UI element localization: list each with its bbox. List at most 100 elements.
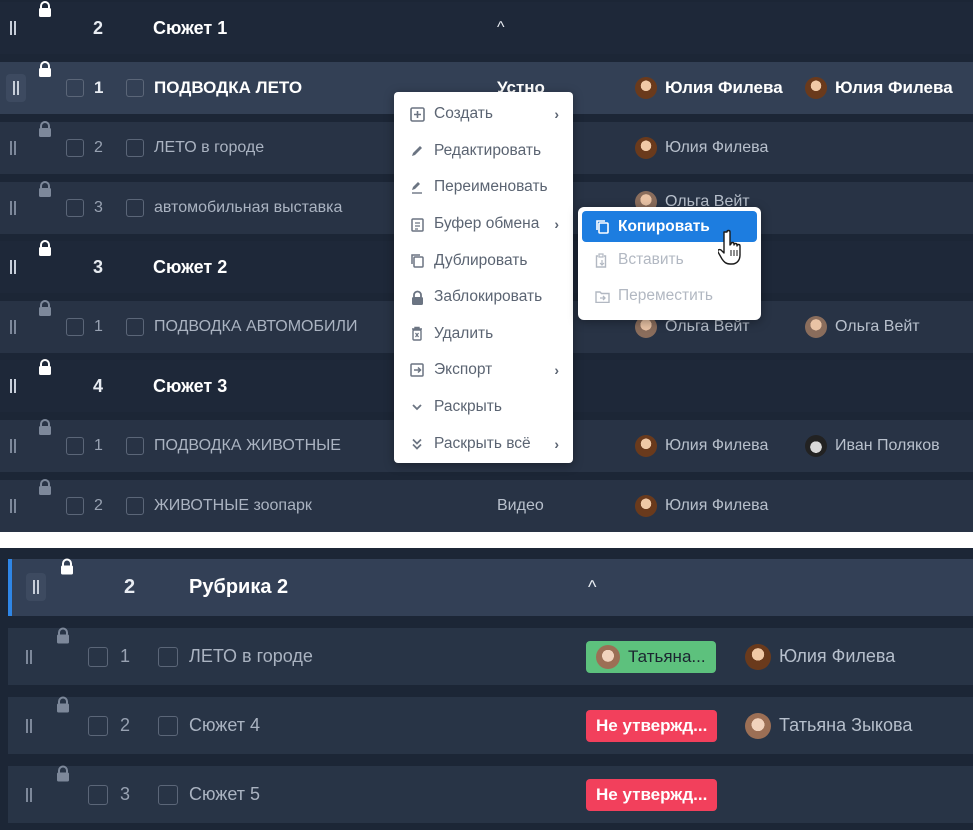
- chevron-down-icon: [409, 399, 425, 415]
- lock-icon[interactable]: [38, 121, 52, 137]
- title-checkbox[interactable]: [158, 766, 178, 823]
- lock-icon[interactable]: [38, 1, 52, 17]
- avatar: [805, 77, 827, 99]
- item-title[interactable]: ЛЕТО в городе: [154, 122, 264, 174]
- lock-icon[interactable]: [38, 359, 52, 375]
- drag-handle-icon[interactable]: [26, 628, 32, 685]
- lock-icon[interactable]: [56, 627, 70, 643]
- title-checkbox[interactable]: [126, 122, 144, 174]
- lock-icon[interactable]: [38, 419, 52, 435]
- item-title[interactable]: ЛЕТО в городе: [189, 628, 313, 685]
- drag-handle-icon[interactable]: [10, 182, 16, 234]
- menu-item-duplicate[interactable]: Дублировать: [394, 242, 573, 279]
- status-badge[interactable]: Не утвержд...: [586, 697, 718, 754]
- group-title[interactable]: Рубрика 2: [189, 559, 288, 616]
- group-title[interactable]: Сюжет 3: [153, 360, 227, 412]
- collapse-caret-icon[interactable]: ^: [497, 2, 505, 54]
- row-checkbox[interactable]: [66, 301, 84, 353]
- row-number: 2: [124, 576, 136, 598]
- drag-handle-icon[interactable]: [10, 480, 16, 532]
- group-title[interactable]: Сюжет 2: [153, 241, 227, 293]
- row-checkbox[interactable]: [66, 62, 84, 114]
- table-row[interactable]: 3 Сюжет 5 Не утвержд...: [8, 765, 973, 823]
- lock-icon[interactable]: [56, 765, 70, 781]
- item-title[interactable]: автомобильная выставка: [154, 182, 342, 234]
- rundown-panel-bottom: 2 Рубрика 2 ^ 1 ЛЕТО в городе Татьяна...…: [0, 548, 973, 830]
- title-checkbox[interactable]: [126, 182, 144, 234]
- item-title[interactable]: ПОДВОДКА АВТОМОБИЛИ: [154, 301, 357, 353]
- avatar: [745, 712, 771, 739]
- table-row[interactable]: 2 Сюжет 4 Не утвержд... Татьяна Зыкова: [8, 696, 973, 754]
- lock-icon[interactable]: [56, 696, 70, 712]
- lock-icon[interactable]: [60, 558, 74, 574]
- item-title[interactable]: ПОДВОДКА ЛЕТО: [154, 62, 302, 114]
- menu-item-rename[interactable]: Переименовать: [394, 169, 573, 206]
- assignee[interactable]: Юлия Филева: [635, 62, 783, 114]
- menu-item-create[interactable]: Создать ›: [394, 96, 573, 133]
- menu-item-expand-all[interactable]: Раскрыть всё ›: [394, 425, 573, 462]
- editor[interactable]: Иван Поляков: [805, 420, 940, 472]
- group-title[interactable]: Сюжет 1: [153, 2, 227, 54]
- row-checkbox[interactable]: [66, 420, 84, 472]
- row-checkbox[interactable]: [88, 766, 108, 823]
- drag-handle-icon[interactable]: [10, 2, 16, 54]
- menu-item-expand[interactable]: Раскрыть: [394, 389, 573, 426]
- drag-handle-icon[interactable]: [26, 766, 32, 823]
- menu-item-lock[interactable]: Заблокировать: [394, 279, 573, 316]
- title-checkbox[interactable]: [126, 301, 144, 353]
- title-checkbox[interactable]: [158, 628, 178, 685]
- collapse-caret-icon[interactable]: ^: [588, 559, 596, 616]
- drag-handle-icon[interactable]: [10, 241, 16, 293]
- item-title[interactable]: ЖИВОТНЫЕ зоопарк: [154, 480, 312, 532]
- drag-handle-icon[interactable]: [6, 74, 26, 102]
- drag-handle-icon[interactable]: [10, 301, 16, 353]
- assignee[interactable]: Юлия Филева: [635, 122, 768, 174]
- item-title[interactable]: Сюжет 5: [189, 766, 260, 823]
- approval-badge[interactable]: Татьяна...: [586, 628, 716, 685]
- group-row[interactable]: 2 Рубрика 2 ^: [8, 558, 973, 616]
- item-title[interactable]: ПОДВОДКА ЖИВОТНЫЕ: [154, 420, 341, 472]
- lock-icon[interactable]: [38, 479, 52, 495]
- menu-item-export[interactable]: Экспорт ›: [394, 352, 573, 389]
- drag-handle-icon[interactable]: [10, 420, 16, 472]
- row-checkbox[interactable]: [88, 628, 108, 685]
- lock-icon[interactable]: [38, 240, 52, 256]
- assignee[interactable]: Юлия Филева: [745, 628, 895, 685]
- assignee[interactable]: Татьяна Зыкова: [745, 697, 912, 754]
- trash-icon: [409, 326, 425, 342]
- row-checkbox[interactable]: [88, 697, 108, 754]
- plus-square-icon: [409, 106, 425, 122]
- menu-item-delete[interactable]: Удалить: [394, 316, 573, 353]
- row-checkbox[interactable]: [66, 182, 84, 234]
- menu-item-edit[interactable]: Редактировать: [394, 133, 573, 170]
- rundown-panel-top: 2 Сюжет 1 ^ 1 ПОДВОДКА ЛЕТО Устно Юлия Ф…: [0, 0, 973, 532]
- title-checkbox[interactable]: [126, 420, 144, 472]
- editor[interactable]: Юлия Филева: [805, 62, 953, 114]
- submenu-item-move[interactable]: Переместить: [582, 278, 757, 314]
- assignee[interactable]: Юлия Филева: [635, 420, 768, 472]
- drag-handle-icon[interactable]: [26, 697, 32, 754]
- title-checkbox[interactable]: [126, 62, 144, 114]
- drag-handle-icon[interactable]: [26, 573, 46, 601]
- editor[interactable]: Ольга Вейт: [805, 301, 920, 353]
- lock-icon: [409, 289, 425, 305]
- avatar: [805, 316, 827, 338]
- lock-icon[interactable]: [38, 300, 52, 316]
- row-number: 1: [94, 78, 104, 97]
- drag-handle-icon[interactable]: [10, 360, 16, 412]
- title-checkbox[interactable]: [126, 480, 144, 532]
- table-row[interactable]: 1 ЛЕТО в городе Татьяна... Юлия Филева: [8, 627, 973, 685]
- menu-item-clipboard[interactable]: Буфер обмена ›: [394, 206, 573, 243]
- row-checkbox[interactable]: [66, 480, 84, 532]
- lock-icon[interactable]: [38, 61, 52, 77]
- group-row[interactable]: 2 Сюжет 1 ^: [0, 1, 973, 54]
- lock-icon[interactable]: [38, 181, 52, 197]
- table-row[interactable]: 2 ЖИВОТНЫЕ зоопарк Видео Юлия Филева: [0, 479, 973, 532]
- title-checkbox[interactable]: [158, 697, 178, 754]
- item-type: Видео: [497, 497, 544, 514]
- row-checkbox[interactable]: [66, 122, 84, 174]
- item-title[interactable]: Сюжет 4: [189, 697, 260, 754]
- drag-handle-icon[interactable]: [10, 122, 16, 174]
- assignee[interactable]: Юлия Филева: [635, 480, 768, 532]
- status-badge[interactable]: Не утвержд...: [586, 766, 718, 823]
